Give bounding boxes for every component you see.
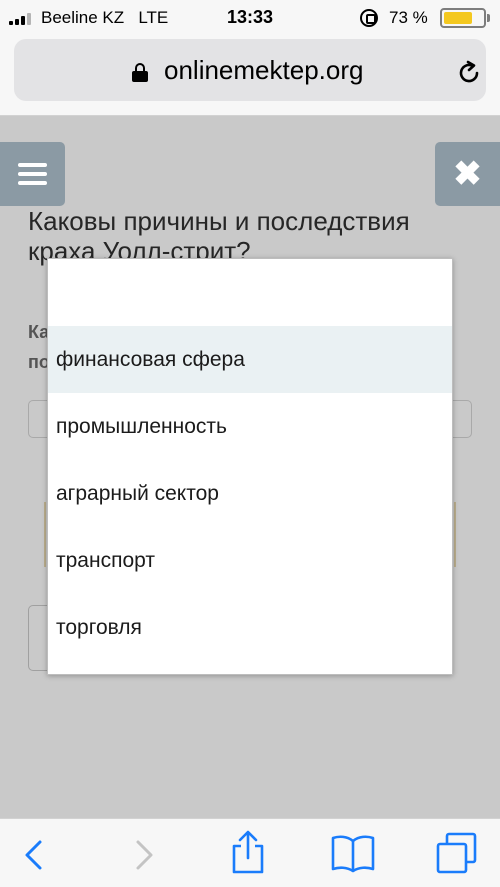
dropdown-option-empty[interactable] <box>48 259 452 326</box>
battery-tip <box>487 14 490 22</box>
address-bar[interactable]: onlinemektep.org <box>14 39 486 101</box>
menu-button[interactable] <box>0 142 65 206</box>
back-icon[interactable] <box>22 839 46 871</box>
dropdown-option-industry[interactable]: промышленность <box>48 393 452 460</box>
select-dropdown: финансовая сфера промышленность аграрный… <box>47 258 453 675</box>
dropdown-option-trade[interactable]: торговля <box>48 594 452 661</box>
battery-icon <box>440 8 486 28</box>
battery-percent: 73 % <box>389 8 428 27</box>
lock-icon <box>132 63 148 82</box>
close-icon: ✖ <box>453 155 482 193</box>
dropdown-option-transport[interactable]: транспорт <box>48 527 452 594</box>
forward-icon[interactable] <box>132 839 156 871</box>
url-text[interactable]: onlinemektep.org <box>164 55 363 86</box>
dropdown-option-agriculture[interactable]: аграрный сектор <box>48 460 452 527</box>
reload-icon[interactable] <box>456 60 482 86</box>
battery-level <box>444 12 472 24</box>
dropdown-option-financial[interactable]: финансовая сфера <box>48 326 452 393</box>
close-button[interactable]: ✖ <box>435 142 500 206</box>
browser-toolbar <box>0 818 500 887</box>
question-title: Каковы причины и последствия краха Уолл-… <box>28 206 410 266</box>
rotation-lock-icon <box>360 9 378 27</box>
bookmarks-icon[interactable] <box>330 833 376 873</box>
share-icon[interactable] <box>228 829 268 875</box>
browser-top-bar: onlinemektep.org <box>0 36 500 116</box>
tabs-icon[interactable] <box>435 831 479 875</box>
status-bar: Beeline KZ LTE 13:33 73 % <box>0 0 500 36</box>
